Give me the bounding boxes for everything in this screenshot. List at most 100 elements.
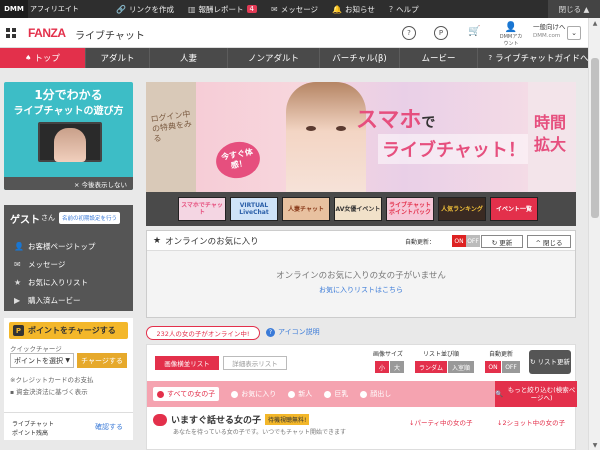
size-small-button[interactable]: 小 (375, 361, 389, 373)
login-banner-text: ログイン中の特典をみる (150, 109, 193, 144)
main-nav: ♠ トップ アダルト 人妻 ノンアダルト バーチャル(β) ムービー ? ライブチャ… (0, 48, 600, 68)
update-button[interactable]: ↻ 更新 (481, 235, 523, 248)
scroll-up-arrow[interactable]: ▲ (589, 18, 600, 28)
create-link-label: リンクを作成 (128, 4, 174, 14)
message-link[interactable]: ✉ メッセージ (271, 4, 318, 15)
nav-virtual[interactable]: バーチャル(β) (320, 48, 400, 68)
cart-icon[interactable]: 🛒 (468, 26, 480, 37)
service-title[interactable]: ライブチャット (75, 27, 145, 42)
point-select[interactable]: ポイントを選択 ▼ (10, 353, 74, 368)
question-icon: ? (266, 327, 275, 337)
auto-update-off[interactable]: OFF (466, 235, 480, 247)
filter-all[interactable]: すべての女の子 (153, 387, 220, 401)
favorites-list-link[interactable]: お気に入りリストはこちら (147, 285, 575, 295)
filter-favorites[interactable]: お気に入り (231, 389, 276, 399)
point-balance-box: ライブチャット ポイント残高 確認する (4, 412, 133, 440)
chevron-down-icon[interactable]: ⌄ (567, 26, 581, 40)
order-new-button[interactable]: 入室順 (448, 361, 474, 373)
thumb-smartphone[interactable]: スマホでチャット (178, 197, 226, 221)
filter-busty[interactable]: 巨乳 (324, 389, 348, 399)
help-link[interactable]: ? ヘルプ (389, 4, 419, 15)
point-icon[interactable]: P (434, 26, 448, 40)
help-circle-icon: ? (488, 54, 493, 62)
affiliate-label[interactable]: アフィリエイト (30, 4, 80, 14)
fanza-logo[interactable]: FANZA (28, 26, 66, 40)
auto-update-on[interactable]: ON (452, 235, 466, 247)
credit-note[interactable]: ※クレジットカードのお支払 (10, 374, 93, 384)
confirm-balance-link[interactable]: 確認する (95, 422, 123, 432)
filter-bar: すべての女の子 お気に入り 新人 巨乳 顔出し 🔍 もっと絞り込む(検索ページへ) (147, 381, 577, 407)
view-detail-list-button[interactable]: 詳細表示リスト (223, 356, 287, 370)
icon-help-link[interactable]: ? アイコン説明 (266, 327, 320, 337)
menu-item-favorites[interactable]: ★ お気に入りリスト (4, 273, 133, 291)
balance-label-1: ライブチャット (12, 421, 54, 428)
list-refresh-button[interactable]: ↻ リスト更新 (529, 350, 571, 374)
register-name-button[interactable]: 名前の初期設定を行う (59, 212, 121, 224)
charge-points-button[interactable]: P ポイントをチャージする (9, 322, 128, 339)
close-favorites-button[interactable]: ^ 閉じる (527, 235, 571, 248)
menu-item-mypage[interactable]: 👤 お客様ページトップ (4, 237, 133, 255)
feature-thumbnails: スマホでチャット VIRTUAL LiveChat 人妻チャット AV女優イベン… (146, 192, 576, 226)
bell-icon: 🔔 (332, 4, 343, 14)
sidebar: 1分でわかる ライブチャットの遊び方 × 今後表示しない ゲスト さん 名前の初… (0, 68, 140, 450)
topbar-close-button[interactable]: 閉じる ▲ (548, 0, 600, 18)
twoshot-jump-link[interactable]: ↓2ショット中の女の子 (497, 417, 565, 427)
thumb-point-pack[interactable]: ライブチャットポイントパック (386, 197, 434, 221)
filter-face[interactable]: 顔出し (360, 389, 391, 399)
scroll-thumb[interactable] (591, 58, 599, 218)
nav-nonadult[interactable]: ノンアダルト (228, 48, 320, 68)
list-auto-on[interactable]: ON (485, 361, 501, 373)
thumb-ranking[interactable]: 人気ランキング (438, 197, 486, 221)
report-link[interactable]: ▥ 報酬レポート 4 (188, 4, 257, 15)
thumb-events[interactable]: イベント一覧 (490, 197, 538, 221)
filter-new[interactable]: 新人 (288, 389, 312, 399)
nav-guide[interactable]: ? ライブチャットガイドへ (478, 48, 600, 68)
party-jump-link[interactable]: ↓パーティ中の女の子 (409, 417, 473, 427)
message-label: メッセージ (280, 4, 319, 14)
list-auto-off[interactable]: OFF (502, 361, 520, 373)
nav-movie[interactable]: ムービー (400, 48, 478, 68)
order-random-button[interactable]: ランダム (415, 361, 447, 373)
link-icon: 🔗 (116, 4, 126, 14)
model-image (286, 82, 366, 192)
girl-list-panel: 画像横並リスト 詳細表示リスト 画像サイズ 小 大 リスト並び順 ランダム 入室… (146, 344, 577, 450)
thumb-virtual[interactable]: VIRTUAL LiveChat (230, 197, 278, 221)
guest-name: ゲスト (10, 214, 40, 226)
grid-menu-icon[interactable] (6, 28, 16, 38)
thumb-wife[interactable]: 人妻チャット (282, 197, 330, 221)
refresh-icon: ↻ (530, 358, 536, 366)
star-icon: ★ (14, 277, 22, 287)
account-button[interactable]: 👤 DMMアカウント (498, 22, 524, 47)
promo-hide-link[interactable]: × 今後表示しない (4, 177, 133, 190)
banner-subtitle: ライブチャット！ (378, 134, 530, 164)
image-size-label: 画像サイズ (373, 351, 403, 358)
promo-subtitle: ライブチャットの遊び方 (13, 106, 124, 117)
time-extend-banner[interactable]: 時間拡大 (528, 82, 576, 192)
nav-top[interactable]: ♠ トップ (0, 48, 86, 68)
scroll-down-arrow[interactable]: ▼ (589, 440, 600, 450)
create-link-link[interactable]: 🔗 リンクを作成 (116, 4, 174, 15)
user-switch[interactable]: 一般向けへ DMM.com (533, 23, 566, 41)
nav-wife[interactable]: 人妻 (150, 48, 228, 68)
notice-link[interactable]: 🔔 お知らせ (332, 4, 375, 15)
howto-banner[interactable]: 1分でわかる ライブチャットの遊び方 × 今後表示しない (4, 82, 133, 190)
chat-bubble-icon (153, 413, 167, 426)
nav-adult[interactable]: アダルト (86, 48, 150, 68)
menu-item-movies[interactable]: ▶ 購入済ムービー (4, 291, 133, 309)
page-scrollbar[interactable]: ▲ ▼ (588, 18, 600, 450)
smartphone-banner[interactable]: ログイン中の特典をみる 今すぐ体感！ スマホで ライブチャット！ 時間拡大 (146, 82, 576, 192)
thumb-av-event[interactable]: AV女優イベント (334, 197, 382, 221)
guest-suffix: さん (41, 214, 55, 222)
point-icon: P (13, 325, 24, 336)
size-large-button[interactable]: 大 (390, 361, 404, 373)
view-image-list-button[interactable]: 画像横並リスト (155, 356, 219, 370)
law-note-link[interactable]: ▪ 資金決済法に基づく表示 (10, 386, 88, 396)
balance-label-2: ポイント残高 (12, 430, 49, 437)
menu-item-message[interactable]: ✉ メッセージ (4, 255, 133, 273)
chat-icon[interactable]: ? (402, 26, 416, 40)
advanced-search-button[interactable]: 🔍 もっと絞り込む(検索ページへ) (495, 381, 577, 407)
person-icon: 👤 (14, 241, 24, 251)
quick-charge-button[interactable]: チャージする (77, 353, 127, 368)
dmm-logo[interactable]: DMM (0, 0, 28, 18)
help-icon: ? (388, 4, 394, 14)
